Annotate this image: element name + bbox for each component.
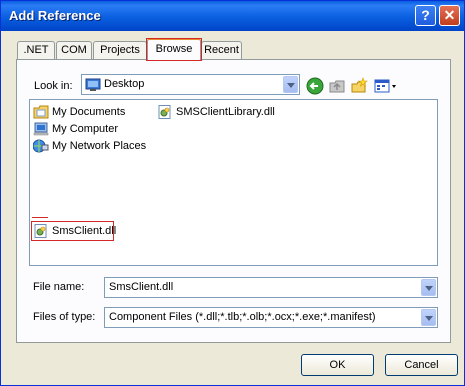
- title-bar[interactable]: Add Reference ? ✕: [1, 1, 464, 31]
- cancel-button[interactable]: Cancel: [385, 354, 458, 376]
- network-places-icon: [32, 139, 49, 153]
- file-type-dropdown-icon[interactable]: [421, 309, 436, 326]
- file-name-smsclientlibrary: SMSClientLibrary.dll: [176, 106, 275, 118]
- new-folder-icon[interactable]: [350, 77, 368, 95]
- my-computer-icon: [33, 122, 49, 136]
- file-name-dropdown-icon[interactable]: [421, 279, 436, 296]
- look-in-combo[interactable]: Desktop: [81, 74, 300, 95]
- file-name-network-places: My Network Places: [52, 140, 147, 152]
- file-type-value: Component Files (*.dll;*.tlb;*.olb;*.ocx…: [109, 311, 376, 323]
- file-name-my-documents: My Documents: [52, 106, 126, 118]
- ok-button[interactable]: OK: [301, 354, 374, 376]
- file-name-field[interactable]: SmsClient.dll: [104, 277, 438, 298]
- look-in-value: Desktop: [104, 78, 145, 90]
- list-item[interactable]: My Network Places: [32, 138, 147, 154]
- highlight-mark: [32, 217, 48, 218]
- file-name-label: File name:: [33, 281, 85, 293]
- close-button[interactable]: ✕: [439, 5, 460, 26]
- tab-projects[interactable]: Projects: [93, 41, 147, 59]
- file-type-select[interactable]: Component Files (*.dll;*.tlb;*.olb;*.ocx…: [104, 307, 438, 328]
- tab-recent[interactable]: Recent: [201, 41, 242, 59]
- look-in-label: Look in:: [34, 80, 73, 92]
- back-icon[interactable]: [306, 77, 324, 95]
- view-menu-icon[interactable]: [374, 77, 398, 95]
- list-item[interactable]: SMSClientLibrary.dll: [157, 104, 275, 120]
- tab-browse[interactable]: Browse: [147, 38, 201, 60]
- smsclient-highlight: [31, 221, 114, 241]
- file-list[interactable]: My Documents My Computer My Network Plac…: [29, 99, 438, 266]
- look-in-dropdown-icon[interactable]: [283, 76, 298, 93]
- file-name-my-computer: My Computer: [52, 123, 119, 135]
- tab-dotnet[interactable]: .NET: [17, 41, 55, 59]
- help-button[interactable]: ?: [415, 5, 436, 26]
- desktop-icon: [85, 78, 101, 92]
- tab-com[interactable]: COM: [56, 41, 92, 59]
- file-name-value: SmsClient.dll: [109, 281, 174, 293]
- add-reference-dialog: Add Reference ? ✕ .NET COM Projects Brow…: [0, 0, 465, 386]
- list-item[interactable]: My Documents: [33, 104, 125, 120]
- my-documents-icon: [33, 105, 49, 119]
- file-type-label: Files of type:: [33, 311, 96, 323]
- dialog-title: Add Reference: [9, 8, 101, 23]
- up-folder-icon[interactable]: [328, 77, 346, 95]
- list-item[interactable]: My Computer: [33, 121, 118, 137]
- dll-icon: [157, 105, 173, 120]
